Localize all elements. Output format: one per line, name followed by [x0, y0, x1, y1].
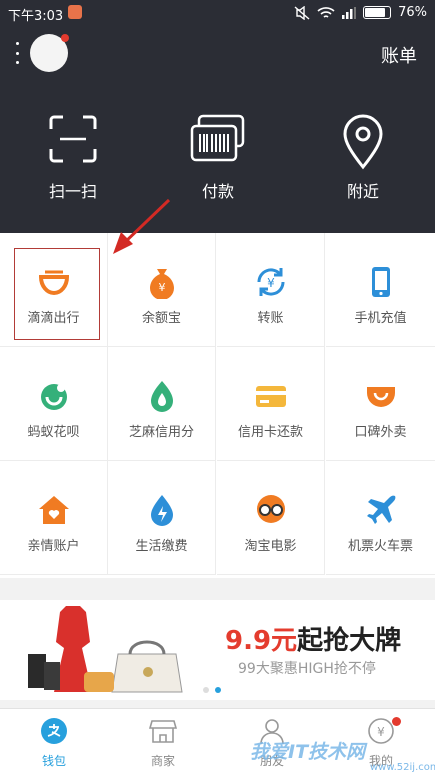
- wallet-icon: [41, 718, 67, 744]
- nearby-label: 附近: [346, 182, 379, 201]
- service-label: 机票火车票: [347, 539, 413, 554]
- avatar[interactable]: [30, 34, 69, 72]
- annotation-arrow-icon: [113, 198, 171, 254]
- service-taobao-movie[interactable]: 淘宝电影: [217, 461, 325, 575]
- signal-icon: [342, 6, 357, 19]
- service-phone-recharge[interactable]: 手机充值: [326, 233, 435, 347]
- service-label: 亲情账户: [27, 539, 80, 554]
- tab-wallet[interactable]: 钱包: [14, 717, 94, 769]
- mute-icon: [294, 5, 310, 20]
- bill-button[interactable]: 账单: [381, 42, 417, 68]
- movie-glasses-icon: [256, 495, 285, 523]
- banner-subline: 99大聚惠HIGH抢不停: [238, 661, 376, 677]
- service-credit-card[interactable]: 信用卡还款: [217, 347, 325, 461]
- status-bar: 下午3:03 76%: [0, 0, 435, 26]
- service-sesame[interactable]: 芝麻信用分: [108, 347, 216, 461]
- notification-icon: [68, 5, 82, 19]
- takeaway-icon: [366, 387, 395, 407]
- service-utility-payment[interactable]: 生活缴费: [108, 461, 216, 575]
- scan-icon: [49, 115, 97, 163]
- transfer-icon: ¥: [256, 268, 285, 296]
- service-flight-train[interactable]: 机票火车票: [326, 461, 435, 575]
- tab-merchants[interactable]: 商家: [123, 717, 203, 769]
- watermark: 我爱IT技术网: [250, 741, 366, 763]
- money-bag-icon: ¥: [149, 269, 174, 299]
- service-label: 蚂蚁花呗: [27, 425, 80, 440]
- scan-button[interactable]: 扫一扫: [23, 114, 123, 202]
- service-family-account[interactable]: 亲情账户: [0, 461, 108, 575]
- service-label: 手机充值: [354, 311, 407, 326]
- battery-level: 76%: [398, 5, 427, 20]
- service-label: 口碑外卖: [354, 425, 407, 440]
- pay-label: 付款: [201, 182, 234, 201]
- service-label: 淘宝电影: [244, 539, 297, 554]
- highlight-box: [14, 248, 100, 340]
- nearby-button[interactable]: 附近: [313, 114, 413, 202]
- profile-icon: ¥: [368, 718, 394, 744]
- phone-icon: [371, 267, 390, 297]
- status-time: 下午3:03: [8, 9, 64, 24]
- wifi-icon: [317, 6, 335, 18]
- profile-badge: [392, 717, 401, 726]
- store-icon: [148, 720, 178, 743]
- svg-text:¥: ¥: [158, 281, 165, 294]
- service-label: 生活缴费: [135, 539, 188, 554]
- banner-products-image: [28, 606, 183, 693]
- barcode-pay-icon: [190, 114, 245, 162]
- svg-text:¥: ¥: [267, 276, 275, 290]
- avatar-badge: [61, 34, 69, 42]
- service-label: 余额宝: [141, 311, 181, 326]
- utility-drop-icon: [150, 495, 173, 526]
- sesame-icon: [150, 381, 173, 412]
- watermark-url: www.52ij.com: [370, 762, 435, 773]
- family-home-icon: [38, 496, 69, 524]
- airplane-icon: [366, 495, 395, 524]
- service-koubei-takeaway[interactable]: 口碑外卖: [326, 347, 435, 461]
- service-huabei[interactable]: 蚂蚁花呗: [0, 347, 108, 461]
- service-label: 转账: [257, 311, 284, 326]
- service-label: 信用卡还款: [237, 425, 303, 440]
- promo-banner[interactable]: 9.9元起抢大牌 99大聚惠HIGH抢不停: [0, 600, 435, 700]
- huabei-icon: [40, 384, 67, 410]
- credit-card-icon: [255, 386, 286, 407]
- status-right: 76%: [294, 5, 427, 20]
- wallet-header: 账单 扫一扫 付款 附近: [0, 26, 435, 233]
- pay-button[interactable]: 付款: [168, 114, 268, 202]
- service-label: 芝麻信用分: [128, 425, 194, 440]
- svg-text:¥: ¥: [377, 725, 385, 739]
- service-transfer[interactable]: ¥ 转账: [217, 233, 325, 347]
- location-pin-icon: [343, 114, 383, 170]
- banner-headline: 9.9元起抢大牌: [225, 626, 402, 656]
- more-menu-icon[interactable]: [14, 42, 20, 64]
- battery-icon: [363, 6, 392, 19]
- banner-pager: [203, 687, 221, 693]
